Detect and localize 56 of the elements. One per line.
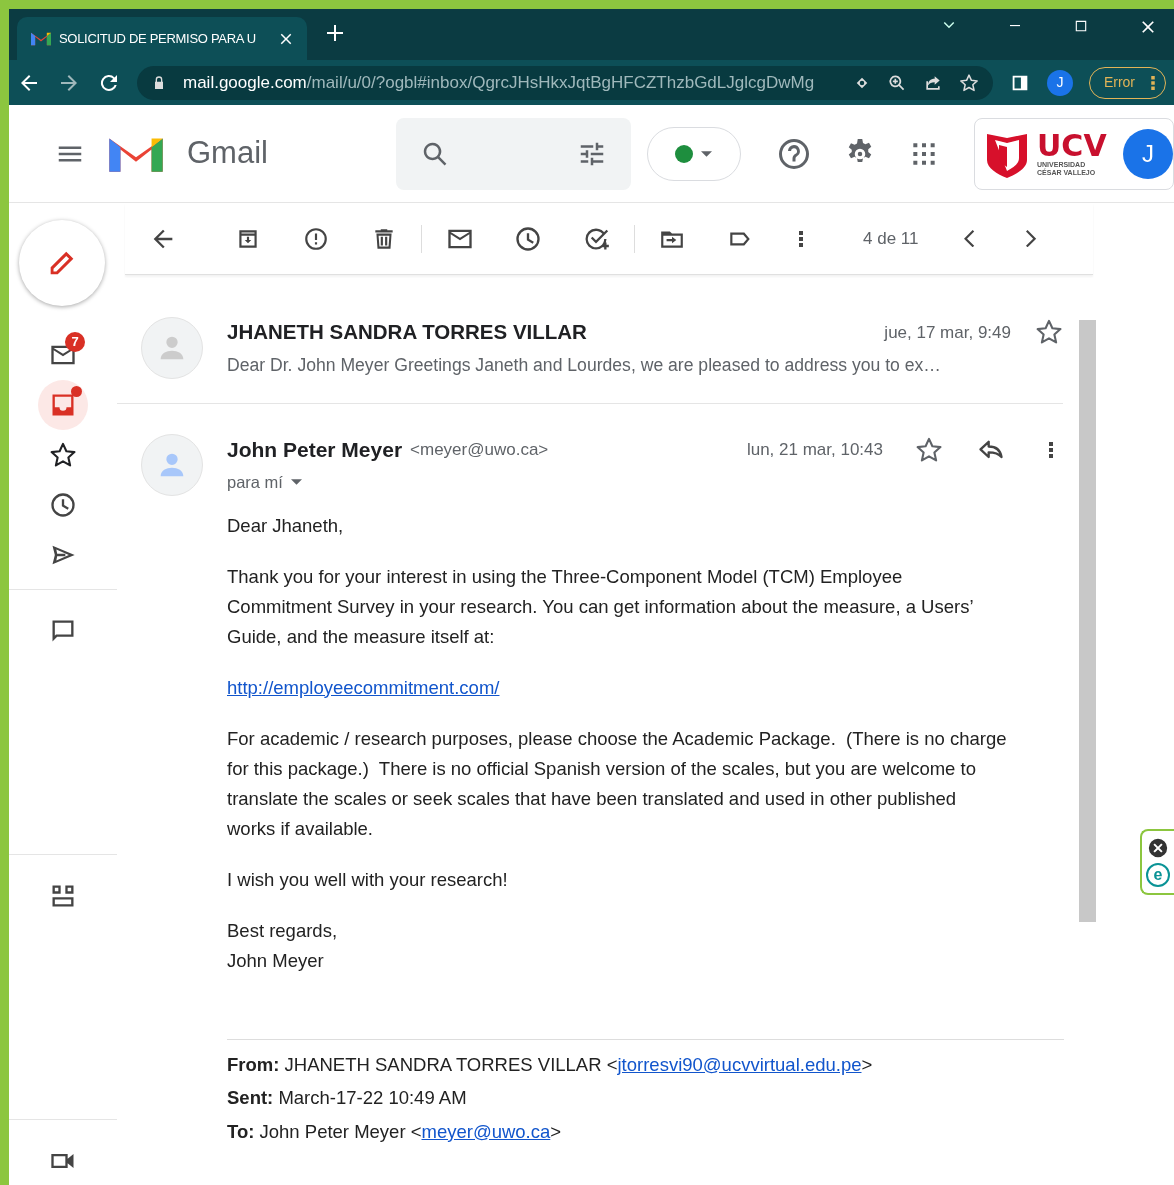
body-link[interactable]: http://employeecommitment.com/ — [227, 676, 500, 698]
chevron-right-icon — [1026, 229, 1037, 248]
star-icon — [958, 72, 979, 93]
tab-title: SOLICITUD DE PERMISO PARA U — [59, 29, 257, 48]
recipient-dropdown[interactable]: para mí — [227, 469, 302, 495]
url-text: mail.google.com/mail/u/0/?ogbl#inbox/QgrcJHsHkxJqtBgHFCZThzbGdLJglcgDwMg — [183, 71, 816, 94]
compose-button[interactable] — [19, 220, 105, 306]
search-field[interactable] — [395, 117, 631, 190]
clock-icon — [514, 224, 542, 253]
extension-widget[interactable]: e — [1140, 829, 1174, 895]
extension-logo: e — [1146, 863, 1170, 887]
quoted-header-line: To: John Peter Meyer <meyer@uwo.ca> — [227, 1119, 563, 1144]
caret-icon — [701, 150, 713, 157]
rail-item[interactable]: 7 — [38, 330, 88, 380]
more-icon — [1151, 75, 1155, 90]
app-name: Gmail — [187, 134, 268, 173]
star-icon — [49, 441, 77, 469]
status-icon — [675, 144, 694, 163]
org-name: UCV — [1037, 131, 1107, 162]
sender-name: JHANETH SANDRA TORRES VILLAR — [227, 319, 587, 345]
sender-email: <meyer@uwo.ca> — [410, 439, 549, 461]
snooze-button[interactable] — [514, 224, 542, 253]
scrollbar-thumb[interactable] — [1079, 320, 1096, 922]
message-preview: Dear Dr. John Meyer Greetings Janeth and Lourdes, we are pleased to address you to ex… — [227, 353, 941, 377]
email-link[interactable]: meyer@uwo.ca — [421, 1120, 551, 1142]
quoted-header-line: Sent: March-17-22 10:49 AM — [227, 1086, 468, 1110]
quoted-header-line: From: JHANETH SANDRA TORRES VILLAR <jtorresvi90@ucvvirtual.edu.pe> — [227, 1052, 874, 1077]
more-icon — [1049, 441, 1053, 458]
more-icon — [799, 230, 803, 247]
profile-button[interactable]: J — [1046, 69, 1073, 96]
minimize-icon — [1009, 25, 1021, 27]
sender-name: John Peter Meyer — [227, 437, 403, 463]
caret-icon — [290, 478, 302, 485]
unread-count-badge: 7 — [65, 332, 85, 352]
chevron-left-icon — [964, 229, 975, 248]
close-icon — [1147, 837, 1169, 859]
gmail-logo-icon — [31, 31, 51, 46]
report-spam-button[interactable] — [303, 225, 329, 252]
bookmark-button[interactable] — [958, 72, 979, 93]
body-paragraph: Dear Jhaneth, — [227, 513, 345, 538]
body-paragraph: Thank you for your interest in using the Three-Component Model (TCM) Employee Commitment Survey in your research. You can get information about the measure, a Users’ Guide, and the measure itself at: — [227, 564, 975, 649]
address-bar[interactable]: mail.google.com/mail/u/0/?ogbl#inbox/QgrcJHsHkxJqtBgHFCZThzbGdLJglcgDwMg — [137, 65, 993, 100]
body-paragraph: For academic / research purposes, please choose the Academic Package. (There is no charge for this package.) There is no official Spanish version of the scales, but you are welcome to translate the scales or seek scales that have been translated and used in other published works if available. — [227, 726, 1008, 841]
collapsed-message[interactable]: JHANETH SANDRA TORRES VILLAR jue, 17 mar, 9:49 Dear Dr. John Meyer Greetings Janeth and Lourdes, we are pleased to address you to ex… — [117, 297, 1063, 404]
body-paragraph: I wish you well with your research! — [227, 867, 509, 892]
body-paragraph: Best regards, John Meyer — [227, 918, 339, 973]
star-button[interactable] — [915, 435, 943, 464]
browser-tab[interactable]: SOLICITUD DE PERMISO PARA U — [17, 17, 307, 60]
email-link[interactable]: jtorresvi90@ucvvirtual.edu.pe — [617, 1053, 862, 1075]
clock-icon — [49, 491, 77, 519]
message-date: jue, 17 mar, 9:49 — [884, 321, 1011, 344]
account-avatar[interactable]: J — [1123, 128, 1173, 179]
message-date: lun, 21 mar, 10:43 — [746, 439, 883, 461]
alert-icon — [303, 225, 329, 252]
status-button[interactable] — [646, 126, 741, 181]
message-counter: 4 de 11 — [863, 227, 919, 250]
